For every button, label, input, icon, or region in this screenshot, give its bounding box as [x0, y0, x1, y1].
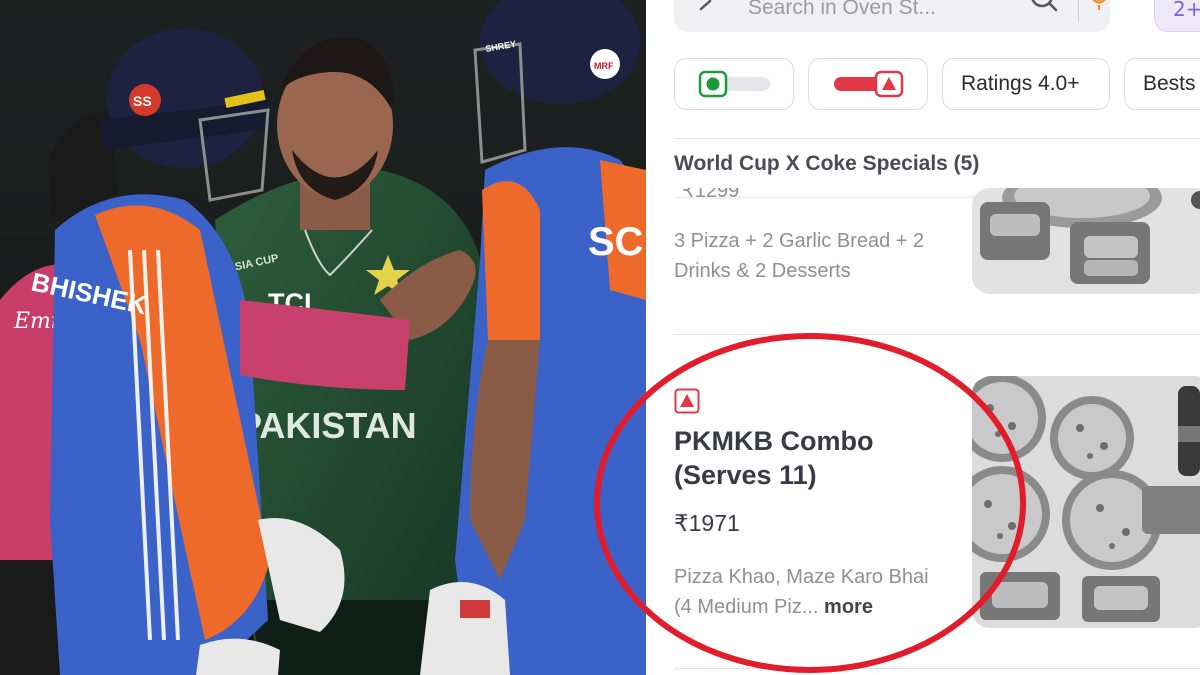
- photo-illustration: Emirates TCL PAKISTAN ASIA CUP BHISHEK S…: [0, 0, 646, 675]
- section-title: World Cup X Coke Specials (5): [674, 152, 980, 175]
- item-description-2: Pizza Khao, Maze Karo Bhai (4 Medium Piz…: [674, 562, 944, 622]
- section-divider: [674, 138, 1200, 139]
- item-image-pkmkb-combo[interactable]: [972, 376, 1200, 628]
- veg-toggle-icon: [698, 70, 770, 97]
- jersey-country-text: PAKISTAN: [238, 405, 417, 446]
- nonveg-filter-chip[interactable]: [808, 58, 928, 110]
- india-jersey-letters: SC: [588, 220, 644, 264]
- search-bar[interactable]: Search in Oven St...: [674, 0, 1110, 32]
- search-input[interactable]: Search in Oven St...: [748, 0, 936, 20]
- veg-filter-chip[interactable]: [674, 58, 794, 110]
- pkmkb-combo-image: [972, 376, 1200, 628]
- item-divider-bottom: [674, 668, 1200, 669]
- search-divider: [1078, 0, 1079, 22]
- item-price-partial: ₹1299: [682, 180, 740, 202]
- item-description-text: Pizza Khao, Maze Karo Bhai (4 Medium Piz…: [674, 566, 929, 618]
- nonveg-toggle-icon: [833, 70, 903, 97]
- ratings-filter-chip[interactable]: Ratings 4.0+: [942, 58, 1110, 110]
- microphone-icon[interactable]: [1088, 0, 1110, 14]
- item-divider: [674, 334, 1200, 335]
- mrf-logo-text: MRF: [594, 61, 614, 71]
- back-arrow-icon[interactable]: [696, 0, 718, 20]
- item-price: ₹1971: [674, 510, 740, 536]
- batting-glove-right: [420, 582, 510, 675]
- item-name: PKMKB Combo (Serves 11): [674, 426, 874, 490]
- pizza-combo-image: [972, 188, 1200, 294]
- cricket-players-photo: Emirates TCL PAKISTAN ASIA CUP BHISHEK S…: [0, 0, 646, 675]
- bestseller-filter-chip[interactable]: Bests: [1124, 58, 1200, 110]
- tab-pill[interactable]: 2+: [1154, 0, 1200, 32]
- ss-logo-text: SS: [133, 93, 152, 109]
- item-image-pizza-combo[interactable]: [972, 188, 1200, 294]
- india-sleeve-right: [482, 181, 540, 340]
- tab-pill-label: 2+: [1173, 0, 1200, 21]
- nonveg-marker-icon: [674, 388, 700, 414]
- item-description: 3 Pizza + 2 Garlic Bread + 2 Drinks & 2 …: [674, 230, 925, 282]
- ratings-filter-label: Ratings 4.0+: [961, 72, 1080, 95]
- food-app-screen: Search in Oven St... 2+ Ratings 4.0+ Bes…: [646, 0, 1200, 675]
- search-icon[interactable]: [1030, 0, 1058, 14]
- bestseller-filter-label: Bests: [1143, 72, 1196, 95]
- more-link[interactable]: more: [824, 596, 873, 618]
